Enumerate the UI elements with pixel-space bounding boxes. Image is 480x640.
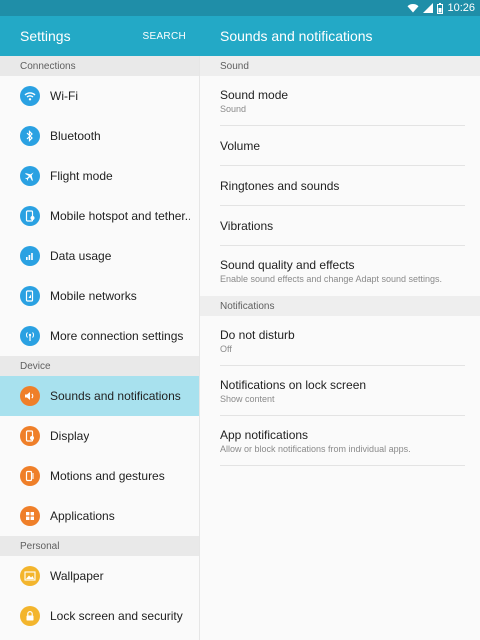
setting-summary: Sound	[220, 104, 247, 114]
wifi-icon	[407, 3, 419, 13]
sidebar-item-sounds-notifications[interactable]: Sounds and notifications	[0, 376, 199, 416]
setting-vibrations[interactable]: Vibrations	[200, 206, 480, 246]
settings-header: Settings SEARCH	[0, 16, 200, 56]
section-header-personal: Personal	[0, 536, 199, 556]
sidebar-item-applications[interactable]: Applications	[0, 496, 199, 536]
mobile-network-icon	[20, 286, 40, 306]
sidebar-item-label: Mobile hotspot and tether..	[50, 209, 190, 223]
setting-summary: Show content	[220, 394, 275, 404]
display-icon	[20, 426, 40, 446]
sidebar-item-label: Lock screen and security	[50, 609, 183, 623]
airplane-icon	[20, 166, 40, 186]
battery-icon	[437, 2, 444, 14]
section-header-device: Device	[0, 356, 199, 376]
setting-title: Volume	[220, 139, 261, 153]
detail-title: Sounds and notifications	[220, 28, 373, 44]
section-header-connections: Connections	[0, 56, 199, 76]
sidebar-item-lock-screen-security[interactable]: Lock screen and security	[0, 596, 199, 636]
setting-title: Sound quality and effects	[220, 258, 355, 272]
sidebar-item-mobile-hotspot[interactable]: Mobile hotspot and tether..	[0, 196, 199, 236]
setting-sound-mode[interactable]: Sound mode Sound	[200, 76, 480, 126]
sidebar-item-motions-gestures[interactable]: Motions and gestures	[0, 456, 199, 496]
wifi-icon	[20, 86, 40, 106]
sidebar-item-wallpaper[interactable]: Wallpaper	[0, 556, 199, 596]
detail-pane: Sound Sound mode Sound Volume Ringtones …	[200, 56, 480, 640]
sidebar: Connections Wi-Fi Bluetooth Flight mode …	[0, 56, 200, 640]
section-header-sound: Sound	[200, 56, 480, 76]
sidebar-item-label: Bluetooth	[50, 129, 101, 143]
setting-summary: Off	[220, 344, 232, 354]
setting-title: Ringtones and sounds	[220, 179, 340, 193]
data-usage-icon	[20, 246, 40, 266]
speaker-icon	[20, 386, 40, 406]
sidebar-item-flight-mode[interactable]: Flight mode	[0, 156, 199, 196]
signal-icon	[423, 3, 434, 13]
setting-summary: Enable sound effects and change Adapt so…	[220, 274, 443, 284]
sidebar-item-label: More connection settings	[50, 329, 184, 343]
setting-title: Vibrations	[220, 219, 274, 233]
setting-title: App notifications	[220, 428, 309, 442]
search-button[interactable]: SEARCH	[143, 31, 186, 42]
setting-title: Notifications on lock screen	[220, 378, 367, 392]
setting-ringtones-sounds[interactable]: Ringtones and sounds	[200, 166, 480, 206]
settings-title: Settings	[20, 28, 71, 44]
sidebar-item-label: Mobile networks	[50, 289, 137, 303]
sidebar-item-label: Sounds and notifications	[50, 389, 181, 403]
setting-notifications-lock-screen[interactable]: Notifications on lock screen Show conten…	[200, 366, 480, 416]
detail-header: Sounds and notifications	[200, 16, 480, 56]
applications-icon	[20, 506, 40, 526]
setting-title: Do not disturb	[220, 328, 295, 342]
setting-title: Sound mode	[220, 88, 289, 102]
setting-summary: Allow or block notifications from indivi…	[220, 444, 411, 454]
setting-sound-quality-effects[interactable]: Sound quality and effects Enable sound e…	[200, 246, 480, 296]
sidebar-item-data-usage[interactable]: Data usage	[0, 236, 199, 276]
sidebar-item-bluetooth[interactable]: Bluetooth	[0, 116, 199, 156]
more-connections-icon	[20, 326, 40, 346]
sidebar-item-label: Flight mode	[50, 169, 113, 183]
sidebar-item-label: Wallpaper	[50, 569, 104, 583]
sidebar-item-label: Motions and gestures	[50, 469, 165, 483]
setting-do-not-disturb[interactable]: Do not disturb Off	[200, 316, 480, 366]
sidebar-item-label: Applications	[50, 509, 115, 523]
bluetooth-icon	[20, 126, 40, 146]
sidebar-item-mobile-networks[interactable]: Mobile networks	[0, 276, 199, 316]
sidebar-item-more-connection-settings[interactable]: More connection settings	[0, 316, 199, 356]
sidebar-item-label: Wi-Fi	[50, 89, 78, 103]
sidebar-item-display[interactable]: Display	[0, 416, 199, 456]
sidebar-item-label: Data usage	[50, 249, 112, 263]
status-time: 10:26	[447, 2, 475, 14]
lock-icon	[20, 606, 40, 626]
sidebar-item-label: Display	[50, 429, 90, 443]
section-header-notifications: Notifications	[200, 296, 480, 316]
gestures-icon	[20, 466, 40, 486]
status-bar: 10:26	[0, 0, 480, 16]
setting-volume[interactable]: Volume	[200, 126, 480, 166]
wallpaper-icon	[20, 566, 40, 586]
hotspot-icon	[20, 206, 40, 226]
setting-app-notifications[interactable]: App notifications Allow or block notific…	[200, 416, 480, 466]
sidebar-item-wifi[interactable]: Wi-Fi	[0, 76, 199, 116]
